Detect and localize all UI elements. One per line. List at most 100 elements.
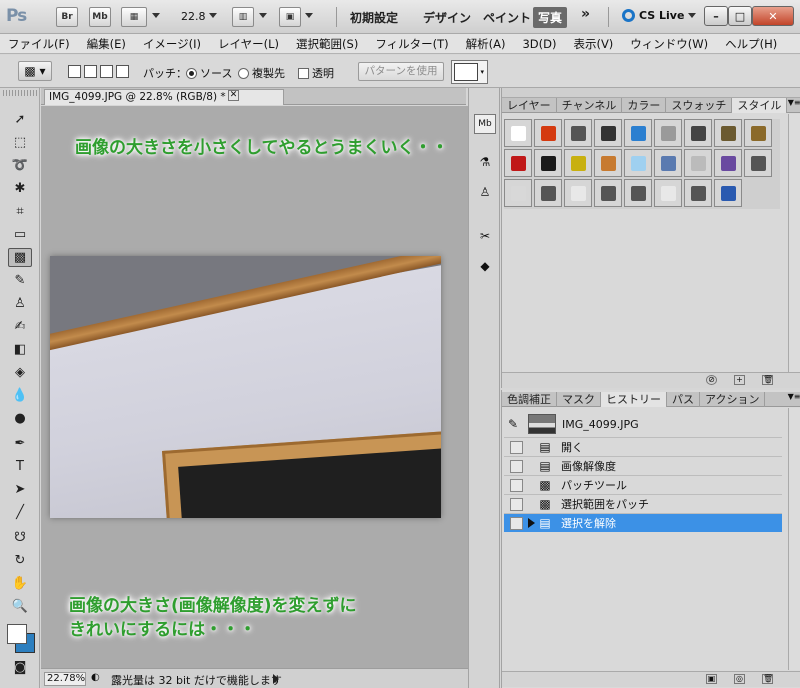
- line-tool-icon[interactable]: ╱: [8, 503, 32, 522]
- menu-window[interactable]: ウィンドウ(W): [630, 36, 708, 52]
- move-tool-icon[interactable]: ➚: [8, 110, 32, 129]
- history-panel-menu-icon[interactable]: ▼≡: [787, 392, 800, 406]
- history-step-image-size[interactable]: ▤ 画像解像度: [504, 456, 782, 475]
- quick-mask-icon[interactable]: ◙: [8, 658, 32, 677]
- status-info-icon[interactable]: ◐: [91, 672, 100, 683]
- style-swatch[interactable]: [624, 179, 652, 207]
- history-brush-tool-icon[interactable]: ✍: [8, 317, 32, 336]
- brush-tool-icon[interactable]: ✎: [8, 271, 32, 290]
- style-swatch[interactable]: [594, 119, 622, 147]
- pattern-picker[interactable]: ▾: [451, 60, 488, 84]
- style-swatch[interactable]: [624, 119, 652, 147]
- new-document-from-state-icon[interactable]: ▣: [706, 674, 717, 684]
- subtract-selection-icon[interactable]: [100, 65, 113, 78]
- style-swatch[interactable]: [714, 179, 742, 207]
- paint-bucket-tool-icon[interactable]: ◈: [8, 363, 32, 382]
- style-swatch[interactable]: [684, 149, 712, 177]
- tab-swatches[interactable]: スウォッチ: [666, 98, 733, 113]
- document-canvas[interactable]: 画像の大きさを小さくしてやるとうまくいく・・ 画像の大きさ(画像解像度)を変えず…: [41, 106, 499, 668]
- more-workspaces-button[interactable]: »: [581, 6, 590, 22]
- history-step-open[interactable]: ▤ 開く: [504, 437, 782, 456]
- new-style-icon[interactable]: +: [734, 375, 745, 385]
- arrange-caret-icon[interactable]: [259, 13, 267, 18]
- dodge-tool-icon[interactable]: ●: [8, 409, 32, 428]
- style-swatch[interactable]: [654, 119, 682, 147]
- marquee-tool-icon[interactable]: ⬚: [8, 133, 32, 152]
- menu-select[interactable]: 選択範囲(S): [296, 36, 358, 52]
- cs-live-button[interactable]: CS Live: [622, 9, 684, 22]
- cs-live-caret-icon[interactable]: [688, 13, 696, 18]
- style-swatch[interactable]: [714, 119, 742, 147]
- crop-tool-icon[interactable]: ⌗: [8, 202, 32, 221]
- workspace-design[interactable]: デザイン: [423, 9, 471, 26]
- bridge-button[interactable]: Br: [56, 7, 78, 27]
- ruler-tool-icon[interactable]: ▭: [8, 225, 32, 244]
- zoom-tool-icon[interactable]: 🔍: [8, 597, 32, 616]
- menu-3d[interactable]: 3D(D): [522, 37, 556, 51]
- view-extras-button[interactable]: ▦: [121, 7, 147, 27]
- history-scrollbar[interactable]: [788, 408, 800, 670]
- style-swatch[interactable]: [714, 149, 742, 177]
- screen-mode-caret-icon[interactable]: [305, 13, 313, 18]
- type-tool-icon[interactable]: T: [8, 457, 32, 476]
- tab-layers[interactable]: レイヤー: [502, 98, 557, 113]
- pen-tool-icon[interactable]: ✒: [8, 434, 32, 453]
- workspace-painting[interactable]: ペイント: [483, 9, 531, 26]
- view-extras-caret-icon[interactable]: [152, 13, 160, 18]
- menu-image[interactable]: イメージ(I): [143, 36, 201, 52]
- maximize-button[interactable]: □: [728, 6, 752, 26]
- menu-edit[interactable]: 編集(E): [87, 36, 126, 52]
- arrange-documents-button[interactable]: ▥: [232, 7, 254, 27]
- history-check-icon[interactable]: [510, 497, 523, 511]
- tab-styles[interactable]: スタイル: [732, 98, 788, 113]
- history-step-patch-selection[interactable]: ▩ 選択範囲をパッチ: [504, 494, 782, 513]
- minimize-button[interactable]: –: [704, 6, 728, 26]
- style-swatch[interactable]: [654, 179, 682, 207]
- add-to-selection-icon[interactable]: [84, 65, 97, 78]
- menu-file[interactable]: ファイル(F): [8, 36, 70, 52]
- source-radio[interactable]: ソース: [186, 65, 232, 81]
- patch-tool-icon[interactable]: ▩: [8, 248, 32, 267]
- status-zoom-field[interactable]: 22.78%: [44, 672, 86, 686]
- style-swatch[interactable]: [744, 119, 772, 147]
- foreground-color-swatch[interactable]: [7, 624, 27, 644]
- history-step-patch-tool[interactable]: ▩ パッチツール: [504, 475, 782, 494]
- screen-mode-button[interactable]: ▣: [279, 7, 301, 27]
- tab-adjustments[interactable]: 色調補正: [502, 392, 557, 407]
- style-swatch[interactable]: [504, 119, 532, 147]
- lasso-tool-icon[interactable]: ➰: [8, 156, 32, 175]
- menu-filter[interactable]: フィルター(T): [375, 36, 448, 52]
- destination-radio[interactable]: 複製先: [238, 65, 285, 81]
- clone-source-dock-icon[interactable]: ♙: [474, 182, 496, 202]
- style-swatch[interactable]: [504, 149, 532, 177]
- history-check-icon[interactable]: [510, 459, 523, 473]
- delete-state-icon[interactable]: 🗑: [762, 674, 773, 684]
- menu-analysis[interactable]: 解析(A): [466, 36, 506, 52]
- blur-tool-icon[interactable]: 💧: [8, 386, 32, 405]
- tab-channels[interactable]: チャンネル: [557, 98, 623, 113]
- document-tab[interactable]: IMG_4099.JPG @ 22.8% (RGB/8) *: [44, 89, 284, 105]
- history-step-deselect[interactable]: ▤ 選択を解除: [504, 513, 782, 532]
- style-swatch[interactable]: [504, 179, 532, 207]
- transparent-checkbox[interactable]: 透明: [298, 65, 334, 81]
- style-swatch[interactable]: [564, 179, 592, 207]
- style-swatch[interactable]: [594, 179, 622, 207]
- panel-menu-icon[interactable]: ▼≡: [787, 98, 800, 112]
- tool-presets-dock-icon[interactable]: ✂: [474, 226, 496, 246]
- history-brush-source-icon[interactable]: ✎: [504, 417, 522, 431]
- style-swatch[interactable]: [534, 119, 562, 147]
- style-swatch[interactable]: [654, 149, 682, 177]
- menu-help[interactable]: ヘルプ(H): [725, 36, 777, 52]
- style-swatch[interactable]: [534, 149, 562, 177]
- style-swatch[interactable]: [624, 149, 652, 177]
- history-check-icon[interactable]: [510, 440, 523, 454]
- eraser-tool-icon[interactable]: ◧: [8, 340, 32, 359]
- tab-masks[interactable]: マスク: [557, 392, 601, 407]
- use-pattern-button[interactable]: パターンを使用: [358, 62, 444, 81]
- history-state-marker-icon[interactable]: [528, 518, 535, 528]
- intersect-selection-icon[interactable]: [116, 65, 129, 78]
- style-swatch[interactable]: [564, 119, 592, 147]
- new-selection-icon[interactable]: [68, 65, 81, 78]
- hand-tool-icon[interactable]: ✋: [8, 574, 32, 593]
- style-swatch[interactable]: [534, 179, 562, 207]
